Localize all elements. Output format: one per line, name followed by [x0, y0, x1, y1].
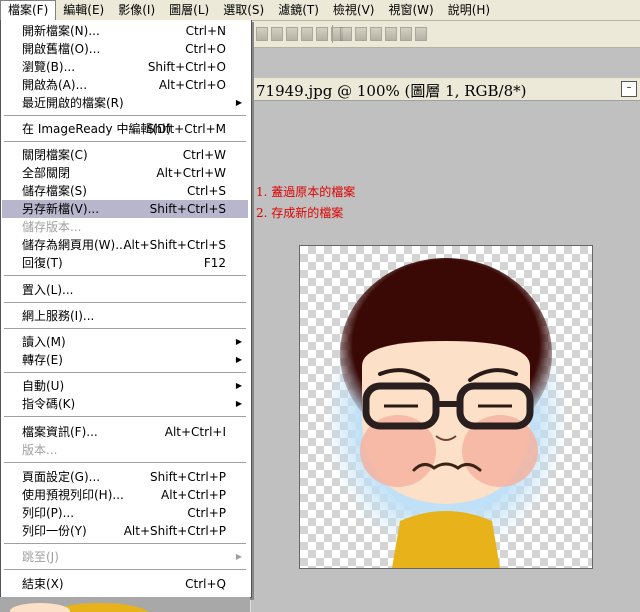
distribute-left-icon[interactable] — [385, 27, 397, 41]
toolbar-separator — [332, 25, 333, 43]
menu-item-save-for-web[interactable]: 儲存為網頁用(W)... Alt+Shift+Ctrl+S — [2, 236, 248, 254]
align-vcenter-icon[interactable] — [271, 27, 283, 41]
menu-separator — [4, 416, 246, 417]
menu-edit[interactable]: 編輯(E) — [56, 0, 111, 20]
menu-view[interactable]: 檢視(V) — [326, 0, 382, 20]
align-left-icon[interactable] — [301, 27, 313, 41]
menu-item-new[interactable]: 開新檔案(N)... Ctrl+N — [2, 22, 248, 40]
annotation-overwrite: 1. 蓋過原本的檔案 — [256, 185, 356, 199]
menu-item-close-all[interactable]: 全部關閉 Alt+Ctrl+W — [2, 164, 248, 182]
menu-item-export[interactable]: 轉存(E) ▶ — [2, 351, 248, 369]
menu-item-open-as[interactable]: 開啟為(A)... Alt+Ctrl+O — [2, 76, 248, 94]
menu-item-jump-to[interactable]: 跳至(J) ▶ — [2, 548, 248, 566]
menu-separator — [4, 569, 246, 570]
menu-item-place[interactable]: 置入(L)... — [2, 281, 248, 299]
menu-item-browse[interactable]: 瀏覽(B)... Shift+Ctrl+O — [2, 58, 248, 76]
menu-separator — [4, 275, 246, 276]
cartoon-character-image — [324, 258, 568, 568]
menu-item-recent-files[interactable]: 最近開啟的檔案(R) ▶ — [2, 94, 248, 112]
submenu-arrow-icon: ▶ — [235, 552, 242, 561]
distribute-buttons — [340, 27, 427, 41]
document-titlebar[interactable]: 71949.jpg @ 100% (圖層 1, RGB/8*) – — [251, 78, 640, 101]
menu-item-print[interactable]: 列印(P)... Ctrl+P — [2, 504, 248, 522]
menu-item-exit[interactable]: 結束(X) Ctrl+Q — [2, 575, 248, 593]
menu-item-page-setup[interactable]: 頁面設定(G)... Shift+Ctrl+P — [2, 468, 248, 486]
background-image-strip — [0, 597, 250, 612]
menu-item-close[interactable]: 關閉檔案(C) Ctrl+W — [2, 146, 248, 164]
menu-select[interactable]: 選取(S) — [216, 0, 271, 20]
file-menu-dropdown: 開新檔案(N)... Ctrl+N 開啟舊檔(O)... Ctrl+O 瀏覽(B… — [0, 20, 252, 598]
menu-layer[interactable]: 圖層(L) — [162, 0, 216, 20]
menu-help[interactable]: 說明(H) — [441, 0, 497, 20]
menu-separator — [4, 462, 246, 463]
menu-item-save[interactable]: 儲存檔案(S) Ctrl+S — [2, 182, 248, 200]
document-title: 71949.jpg @ 100% (圖層 1, RGB/8*) — [256, 82, 527, 100]
distribute-top-icon[interactable] — [340, 27, 352, 41]
align-buttons — [256, 27, 343, 41]
menu-image[interactable]: 影像(I) — [111, 0, 162, 20]
options-toolbar — [250, 21, 640, 48]
submenu-arrow-icon: ▶ — [235, 399, 242, 408]
align-top-icon[interactable] — [256, 27, 268, 41]
menu-separator — [4, 302, 246, 303]
submenu-arrow-icon: ▶ — [235, 337, 242, 346]
menu-item-print-preview[interactable]: 使用預視列印(H)... Alt+Ctrl+P — [2, 486, 248, 504]
distribute-bottom-icon[interactable] — [370, 27, 382, 41]
menubar: 檔案(F) 編輯(E) 影像(I) 圖層(L) 選取(S) 濾鏡(T) 檢視(V… — [0, 0, 640, 21]
partial-character-image — [10, 603, 149, 612]
menu-separator — [4, 141, 246, 142]
distribute-hcenter-icon[interactable] — [400, 27, 412, 41]
submenu-arrow-icon: ▶ — [235, 381, 242, 390]
menu-item-import[interactable]: 讀入(M) ▶ — [2, 333, 248, 351]
menu-item-save-as[interactable]: 另存新檔(V)... Shift+Ctrl+S — [2, 200, 248, 218]
align-hcenter-icon[interactable] — [316, 27, 328, 41]
distribute-right-icon[interactable] — [415, 27, 427, 41]
menu-separator — [4, 328, 246, 329]
menu-item-open[interactable]: 開啟舊檔(O)... Ctrl+O — [2, 40, 248, 58]
menu-filter[interactable]: 濾鏡(T) — [271, 0, 326, 20]
align-bottom-icon[interactable] — [286, 27, 298, 41]
menu-separator — [4, 115, 246, 116]
menu-separator — [4, 372, 246, 373]
menu-item-online-services[interactable]: 網上服務(I)... — [2, 307, 248, 325]
menu-window[interactable]: 視窗(W) — [381, 0, 440, 20]
minimize-icon[interactable]: – — [621, 81, 637, 97]
menu-item-revert[interactable]: 回復(T) F12 — [2, 254, 248, 272]
submenu-arrow-icon: ▶ — [235, 98, 242, 107]
menu-item-scripts[interactable]: 指令碼(K) ▶ — [2, 395, 248, 413]
menu-item-file-info[interactable]: 檔案資訊(F)... Alt+Ctrl+I — [2, 423, 248, 441]
menu-item-print-one-copy[interactable]: 列印一份(Y) Alt+Shift+Ctrl+P — [2, 522, 248, 540]
menu-separator — [4, 543, 246, 544]
menu-file[interactable]: 檔案(F) — [0, 0, 57, 20]
menu-item-edit-in-imageready[interactable]: 在 ImageReady 中編輯(D) Shift+Ctrl+M — [2, 120, 248, 138]
menu-item-automate[interactable]: 自動(U) ▶ — [2, 377, 248, 395]
menu-item-versions[interactable]: 版本... — [2, 441, 248, 459]
menu-item-save-version[interactable]: 儲存版本... — [2, 218, 248, 236]
distribute-vcenter-icon[interactable] — [355, 27, 367, 41]
annotation-save-new: 2. 存成新的檔案 — [256, 206, 344, 220]
image-canvas[interactable] — [299, 245, 593, 569]
submenu-arrow-icon: ▶ — [235, 355, 242, 364]
